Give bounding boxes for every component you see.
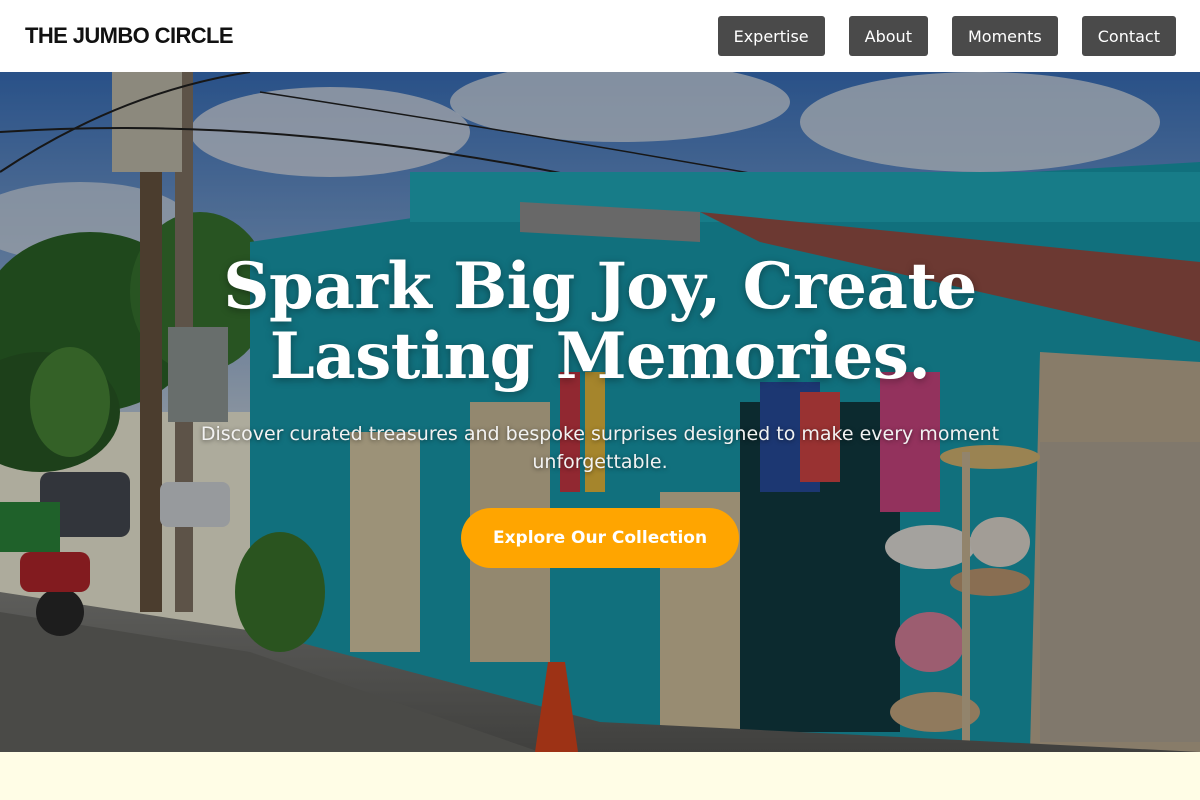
next-section-strip xyxy=(0,752,1200,800)
hero-section: Spark Big Joy, Create Lasting Memories. … xyxy=(0,72,1200,752)
brand-logo[interactable]: THE JUMBO CIRCLE xyxy=(25,23,234,49)
explore-collection-button[interactable]: Explore Our Collection xyxy=(460,508,740,568)
nav-expertise-button[interactable]: Expertise xyxy=(717,16,825,56)
main-nav: Expertise About Moments Contact xyxy=(717,16,1176,56)
hero-title: Spark Big Joy, Create Lasting Memories. xyxy=(223,249,977,394)
site-header: THE JUMBO CIRCLE Expertise About Moments… xyxy=(0,0,1200,72)
hero-subtitle: Discover curated treasures and bespoke s… xyxy=(200,423,1000,473)
hero-content: Spark Big Joy, Create Lasting Memories. … xyxy=(0,252,1200,568)
nav-moments-button[interactable]: Moments xyxy=(951,16,1058,56)
nav-contact-button[interactable]: Contact xyxy=(1081,16,1176,56)
nav-about-button[interactable]: About xyxy=(848,16,928,56)
